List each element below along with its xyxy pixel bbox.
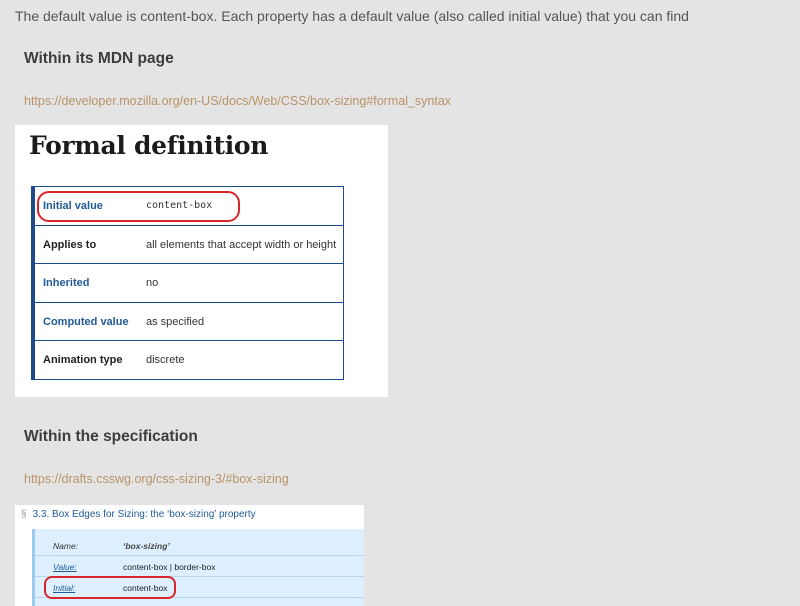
table-row: Value: content-box | border-box [35, 556, 364, 577]
row-key: Animation type [43, 354, 123, 367]
row-key[interactable]: Computed value [43, 316, 129, 328]
row-key: Name: [53, 541, 79, 551]
row-value: discrete [146, 354, 185, 367]
intro-paragraph: The default value is content-box. Each p… [15, 8, 689, 24]
row-key: Applies to [43, 238, 97, 251]
row-value: all elements that accept width or height [146, 238, 337, 251]
table-row [35, 598, 364, 606]
table-row: Inherited no [35, 264, 343, 303]
row-value: no [146, 277, 159, 290]
row-value: content-box | border-box [123, 562, 216, 572]
highlight-oval [44, 576, 176, 599]
spec-section-header: § 3.3. Box Edges for Sizing: the ‘box-siz… [21, 509, 256, 520]
highlight-oval [37, 191, 240, 222]
spec-link[interactable]: https://drafts.csswg.org/css-sizing-3/#b… [24, 472, 289, 486]
heading-mdn-page: Within its MDN page [24, 50, 174, 67]
spec-screenshot: § 3.3. Box Edges for Sizing: the ‘box-siz… [15, 505, 364, 606]
mdn-screenshot: Formal definition Initial value content-… [15, 125, 388, 397]
mdn-link[interactable]: https://developer.mozilla.org/en-US/docs… [24, 94, 451, 108]
table-row: Name: ‘box-sizing’ [35, 535, 364, 556]
row-value: ‘box-sizing’ [123, 541, 170, 551]
row-value: as specified [146, 315, 205, 328]
mdn-title: Formal definition [29, 131, 269, 160]
table-row: Applies to all elements that accept widt… [35, 226, 343, 265]
table-row: Computed value as specified [35, 303, 343, 342]
section-mark-icon: § [21, 509, 27, 520]
spec-header-text[interactable]: 3.3. Box Edges for Sizing: the ‘box-sizi… [33, 509, 256, 520]
row-key[interactable]: Value: [53, 562, 77, 572]
heading-specification: Within the specification [24, 428, 198, 445]
row-key[interactable]: Inherited [43, 277, 89, 289]
table-row: Animation type discrete [35, 341, 343, 379]
